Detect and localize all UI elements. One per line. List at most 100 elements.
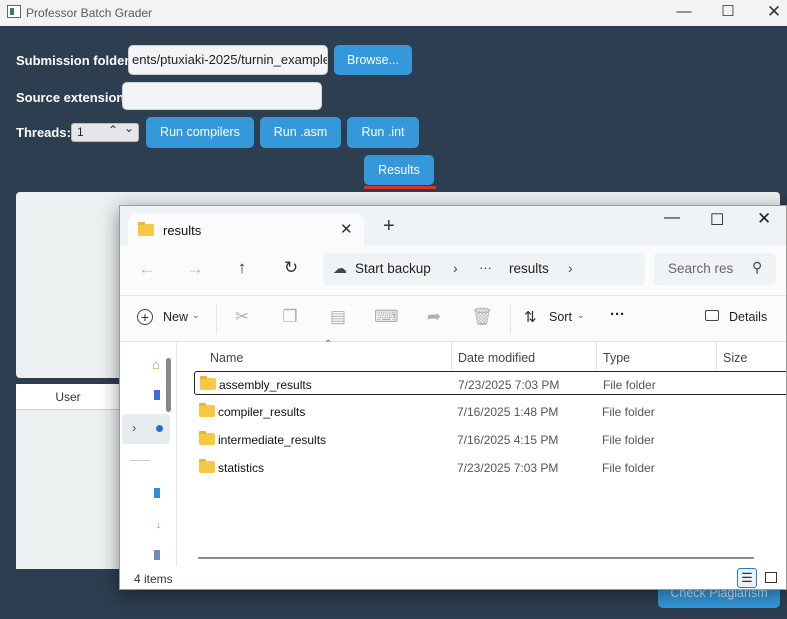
paste-icon[interactable]: ▤: [326, 307, 350, 327]
file-date: 7/16/2025 1:48 PM: [457, 405, 559, 419]
table-header-user[interactable]: User: [16, 384, 120, 410]
gallery-icon[interactable]: [154, 390, 160, 400]
cloud-backup-icon: ☁: [333, 260, 347, 276]
close-icon[interactable]: ✕: [754, 1, 787, 25]
breadcrumb-end-chevron-icon[interactable]: ›: [568, 260, 573, 276]
sort-icon[interactable]: ⇅: [524, 308, 537, 326]
sort-button[interactable]: Sort: [549, 310, 572, 324]
breadcrumb-chevron-icon: ›: [453, 260, 458, 276]
folder-icon: [199, 403, 215, 417]
spin-up-icon[interactable]: ⌃: [108, 123, 118, 137]
tab-title: results: [163, 223, 202, 238]
minimize-icon[interactable]: —: [664, 1, 704, 25]
maximize-icon[interactable]: ☐: [708, 1, 748, 25]
tab-close-icon[interactable]: ✕: [340, 220, 353, 238]
app-title-bar: Professor Batch Grader — ☐ ✕: [0, 0, 787, 26]
sort-dropdown-icon[interactable]: ⌄: [577, 310, 585, 321]
start-backup-label[interactable]: Start backup: [355, 261, 431, 276]
new-dropdown-icon[interactable]: ⌄: [192, 310, 200, 321]
item-count: 4 items: [134, 572, 173, 586]
browse-button[interactable]: Browse...: [334, 45, 412, 75]
explorer-maximize-icon[interactable]: ☐: [710, 210, 724, 230]
downloads-icon[interactable]: ↓: [156, 520, 161, 531]
folder-icon: [138, 222, 154, 236]
horizontal-scrollbar[interactable]: [198, 557, 754, 559]
submission-folder-input[interactable]: ents/ptuxiaki-2025/turnin_examples: [128, 45, 328, 75]
folder-icon: [200, 376, 216, 390]
file-date: 7/23/2025 7:03 PM: [458, 378, 560, 392]
file-name: compiler_results: [218, 405, 306, 419]
home-icon[interactable]: ⌂: [152, 357, 160, 372]
file-explorer-window: results ✕ + — ☐ ✕ ← → ↑ ↻ ☁ Start backup…: [119, 205, 787, 590]
breadcrumb-overflow[interactable]: ···: [479, 260, 492, 275]
nav-scrollbar[interactable]: [166, 358, 171, 412]
details-view-icon[interactable]: ☰: [737, 568, 757, 588]
nav-item-selected[interactable]: ›: [122, 414, 170, 444]
column-divider[interactable]: [451, 342, 452, 370]
explorer-status-bar: 4 items ☰: [120, 566, 786, 589]
column-type[interactable]: Type: [603, 351, 630, 365]
spin-down-icon[interactable]: ⌄: [124, 121, 134, 135]
tiles-view-icon[interactable]: [765, 572, 777, 583]
folder-icon: [199, 431, 215, 445]
expand-chevron-icon[interactable]: ›: [132, 420, 136, 435]
file-date: 7/23/2025 7:03 PM: [457, 461, 559, 475]
new-tab-icon[interactable]: +: [383, 215, 395, 238]
threads-label: Threads:: [16, 125, 71, 140]
share-icon[interactable]: ➦: [422, 307, 446, 327]
desktop-icon[interactable]: [154, 488, 160, 498]
search-box[interactable]: Search res ⚲: [654, 253, 776, 285]
delete-icon[interactable]: 🗑: [470, 307, 494, 327]
threads-value: 1: [77, 125, 84, 139]
source-extension-input[interactable]: [122, 82, 322, 110]
column-size[interactable]: Size: [723, 351, 747, 365]
run-int-button[interactable]: Run .int: [347, 117, 419, 148]
app-icon: [7, 5, 21, 18]
documents-icon[interactable]: [154, 550, 160, 560]
cut-icon[interactable]: ✂: [230, 307, 254, 327]
threads-spinbox[interactable]: 1 ⌃ ⌄: [71, 121, 139, 142]
new-plus-icon[interactable]: +: [137, 309, 153, 325]
copy-icon[interactable]: ❐: [278, 307, 302, 327]
details-button[interactable]: Details: [729, 310, 767, 324]
file-type: File folder: [602, 461, 655, 475]
forward-icon[interactable]: →: [183, 259, 207, 279]
folder-icon: [199, 459, 215, 473]
back-icon[interactable]: ←: [135, 259, 159, 279]
run-compilers-button[interactable]: Run compilers: [146, 117, 254, 148]
column-divider[interactable]: [716, 342, 717, 370]
source-extension-label: Source extension:: [16, 90, 129, 105]
nav-divider: [130, 460, 150, 461]
file-name: statistics: [218, 461, 265, 475]
breadcrumb-current[interactable]: results: [509, 261, 549, 276]
file-row[interactable]: statistics 7/23/2025 7:03 PM File folder: [194, 455, 786, 479]
file-row[interactable]: assembly_results 7/23/2025 7:03 PM File …: [194, 371, 786, 395]
results-button[interactable]: Results: [364, 155, 434, 185]
run-asm-button[interactable]: Run .asm: [260, 117, 341, 148]
explorer-nav-bar: ← → ↑ ↻ ☁ Start backup › ··· results › S…: [120, 246, 786, 296]
details-pane-icon[interactable]: [705, 310, 719, 321]
explorer-tab[interactable]: results ✕: [128, 214, 364, 246]
rename-icon[interactable]: ⌨: [374, 307, 399, 327]
search-placeholder: Search res: [668, 261, 734, 276]
column-date-modified[interactable]: Date modified: [458, 351, 535, 365]
file-name: assembly_results: [219, 378, 312, 392]
toolbar-separator: [510, 304, 511, 334]
refresh-icon[interactable]: ↻: [279, 258, 303, 278]
explorer-minimize-icon[interactable]: —: [664, 209, 680, 227]
address-bar[interactable]: ☁ Start backup › ··· results ›: [323, 253, 645, 285]
file-row[interactable]: compiler_results 7/16/2025 1:48 PM File …: [194, 399, 786, 423]
submission-folder-label: Submission folder:: [16, 53, 134, 68]
explorer-tab-bar: results ✕ + — ☐ ✕: [120, 206, 786, 246]
file-list-header: ⌃ Name Date modified Type Size: [182, 339, 786, 370]
more-options-icon[interactable]: ···: [610, 306, 625, 323]
up-icon[interactable]: ↑: [230, 258, 254, 278]
file-row[interactable]: intermediate_results 7/16/2025 4:15 PM F…: [194, 427, 786, 451]
explorer-command-bar: + New ⌄ ✂ ❐ ▤ ⌨ ➦ 🗑 ⇅ Sort ⌄ ··· Details: [120, 296, 786, 342]
new-button[interactable]: New: [163, 310, 188, 324]
file-date: 7/16/2025 4:15 PM: [457, 433, 559, 447]
column-name[interactable]: Name: [210, 351, 243, 365]
navigation-pane: ⌂ › ↓: [120, 342, 177, 566]
column-divider[interactable]: [596, 342, 597, 370]
explorer-close-icon[interactable]: ✕: [757, 209, 771, 229]
